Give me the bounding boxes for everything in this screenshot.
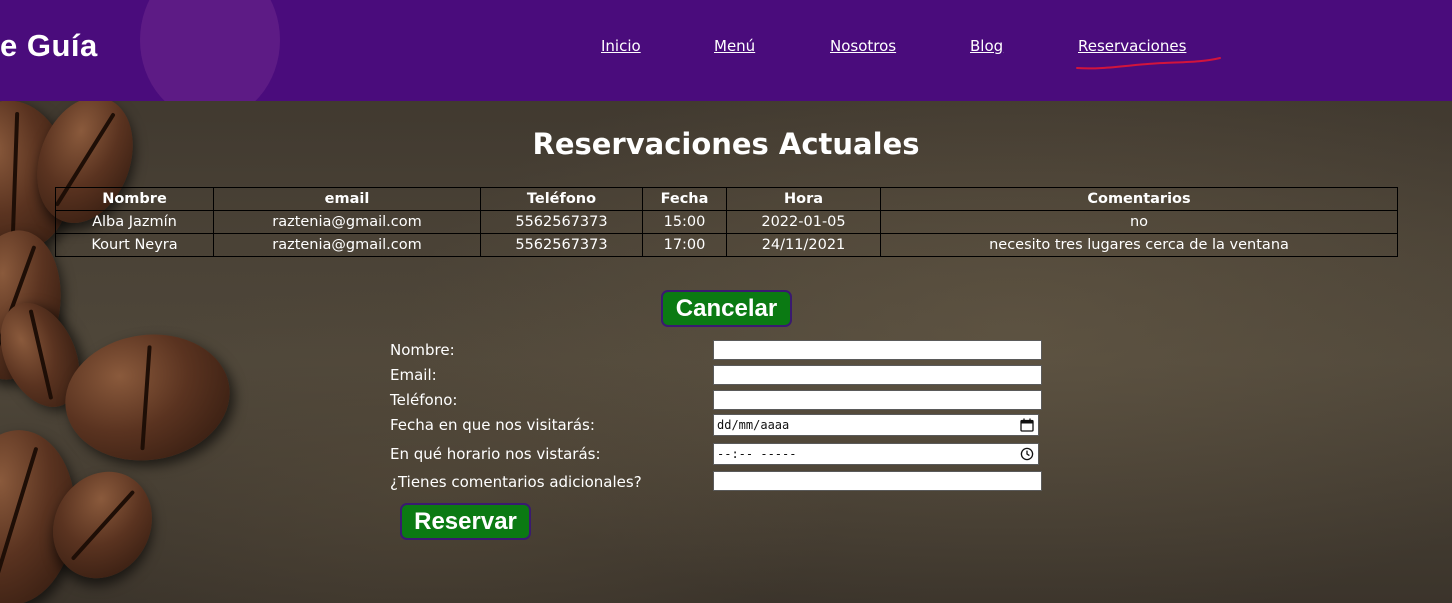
red-annotation-underline — [1076, 57, 1221, 70]
column-header-fecha: Fecha — [642, 187, 727, 211]
fecha-label: Fecha en que nos visitarás: — [390, 416, 595, 434]
nav-link-blog[interactable]: Blog — [970, 37, 1003, 55]
comentarios-label: ¿Tienes comentarios adicionales? — [390, 473, 642, 491]
column-header-email: email — [213, 187, 481, 211]
cell-comentarios: necesito tres lugares cerca de la ventan… — [880, 233, 1398, 257]
nav-link-nosotros[interactable]: Nosotros — [830, 37, 896, 55]
cancel-button[interactable]: Cancelar — [661, 290, 792, 327]
site-header: e Guía Inicio Menú Nosotros Blog Reserva… — [0, 0, 1452, 101]
hora-time-input[interactable]: --:-- ----- — [713, 443, 1039, 465]
comentarios-input[interactable] — [713, 471, 1042, 491]
cell-fecha: 17:00 — [642, 233, 727, 257]
cell-fecha: 15:00 — [642, 210, 727, 234]
cell-email: raztenia@gmail.com — [213, 210, 481, 234]
nombre-label: Nombre: — [390, 341, 455, 359]
column-header-hora: Hora — [726, 187, 881, 211]
page-title: Reservaciones Actuales — [532, 127, 920, 161]
email-label: Email: — [390, 366, 437, 384]
reservar-button[interactable]: Reservar — [400, 503, 531, 540]
reservations-table: Nombre email Teléfono Fecha Hora Comenta… — [55, 187, 1398, 257]
hora-label: En qué horario nos vistarás: — [390, 445, 601, 463]
column-header-nombre: Nombre — [55, 187, 214, 211]
table-row: Alba Jazmín raztenia@gmail.com 556256737… — [55, 210, 1398, 234]
nav-link-reservaciones[interactable]: Reservaciones — [1078, 37, 1186, 55]
cell-hora: 24/11/2021 — [726, 233, 881, 257]
table-header-row: Nombre email Teléfono Fecha Hora Comenta… — [55, 187, 1398, 211]
date-placeholder: dd/mm/aaaa — [717, 418, 790, 432]
cell-telefono: 5562567373 — [480, 210, 643, 234]
column-header-telefono: Teléfono — [480, 187, 643, 211]
cell-comentarios: no — [880, 210, 1398, 234]
clock-icon[interactable] — [1020, 447, 1034, 461]
email-input[interactable] — [713, 365, 1042, 385]
table-row: Kourt Neyra raztenia@gmail.com 556256737… — [55, 233, 1398, 257]
telefono-label: Teléfono: — [390, 391, 458, 409]
site-brand: e Guía — [0, 28, 98, 63]
nav-link-menu[interactable]: Menú — [714, 37, 755, 55]
column-header-comentarios: Comentarios — [880, 187, 1398, 211]
time-placeholder: --:-- ----- — [717, 447, 797, 461]
cell-email: raztenia@gmail.com — [213, 233, 481, 257]
cell-nombre: Alba Jazmín — [55, 210, 214, 234]
telefono-input[interactable] — [713, 390, 1042, 410]
cell-telefono: 5562567373 — [480, 233, 643, 257]
fecha-date-input[interactable]: dd/mm/aaaa — [713, 414, 1039, 436]
cell-nombre: Kourt Neyra — [55, 233, 214, 257]
header-bean-shade — [140, 0, 280, 101]
nav-link-inicio[interactable]: Inicio — [601, 37, 641, 55]
calendar-icon[interactable] — [1020, 418, 1034, 432]
cell-hora: 2022-01-05 — [726, 210, 881, 234]
nombre-input[interactable] — [713, 340, 1042, 360]
